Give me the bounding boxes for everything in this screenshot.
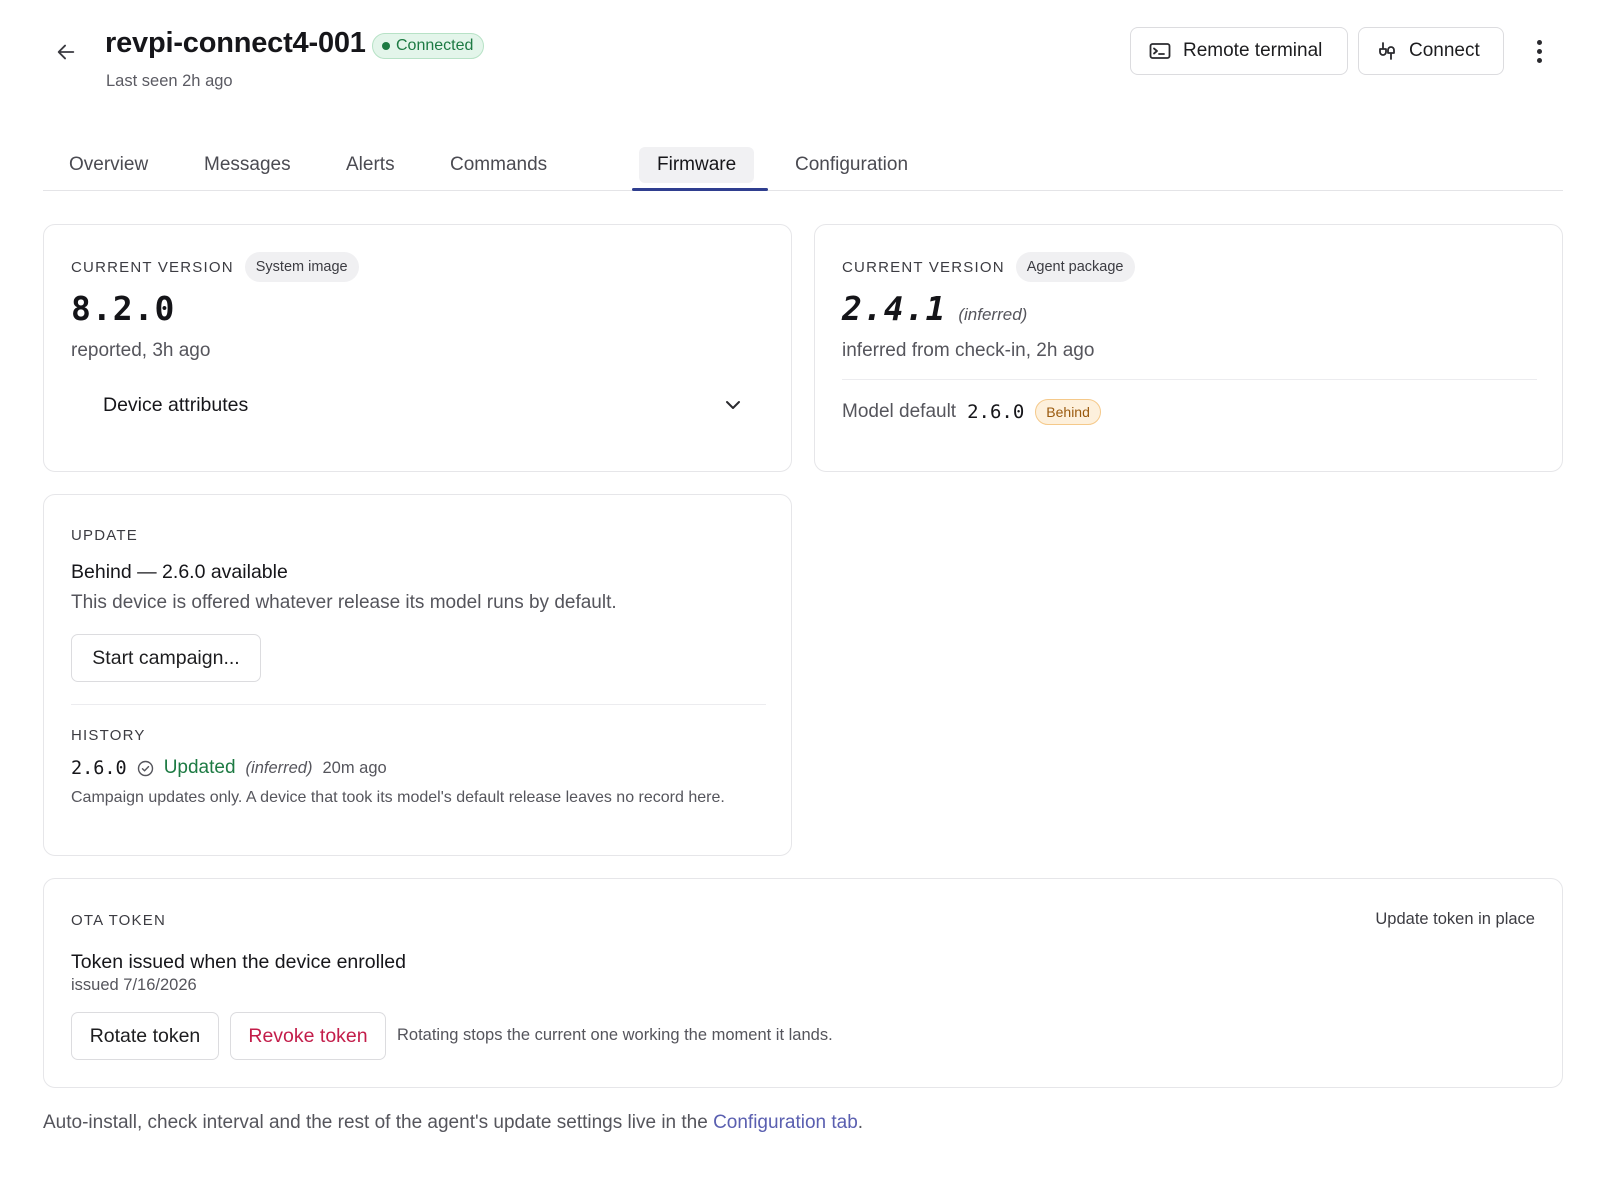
model-default-version: 2.6.0 (967, 401, 1025, 423)
rotate-token-button[interactable]: Rotate token (71, 1012, 219, 1060)
footer-text: Auto-install, check interval and the res… (43, 1112, 714, 1133)
active-tab-indicator (632, 188, 768, 191)
page-title: revpi-connect4-001 (105, 27, 366, 59)
model-default-label: Model default (842, 401, 957, 422)
revoke-token-button[interactable]: Revoke token (230, 1012, 386, 1060)
kebab-dot (1536, 48, 1542, 54)
agent-package-card: CURRENT VERSION Agent package 2.4.1 (inf… (814, 224, 1563, 472)
update-card: UPDATE Behind — 2.6.0 available This dev… (43, 494, 792, 856)
status-badge: Connected (372, 33, 485, 59)
more-options-button[interactable] (1523, 34, 1555, 68)
back-button[interactable] (52, 38, 80, 66)
footer-suffix: . (857, 1112, 864, 1133)
behind-badge: Behind (1035, 399, 1101, 425)
update-description: This device is offered whatever release … (71, 592, 617, 613)
rotate-hint: Rotating stops the current one working t… (397, 1026, 833, 1044)
kebab-dot (1536, 57, 1542, 63)
chevron-down-icon (726, 401, 740, 409)
system-image-card: CURRENT VERSION System image 8.2.0 repor… (43, 224, 792, 472)
ota-token-label: OTA TOKEN (71, 912, 166, 929)
system-image-chip: System image (244, 252, 359, 282)
tab-bar: Overview Messages Alerts Commands Firmwa… (43, 140, 1563, 191)
divider (842, 379, 1537, 380)
reported-time: reported, 3h ago (71, 340, 211, 361)
inferred-tag: (inferred) (958, 305, 1028, 324)
tab-commands[interactable]: Commands (432, 147, 565, 183)
history-version: 2.6.0 (71, 757, 127, 779)
status-label: Connected (396, 37, 474, 54)
history-entry: 2.6.0 Updated (inferred) 20m ago (71, 757, 387, 779)
connect-icon (1379, 42, 1395, 60)
remote-terminal-label: Remote terminal (1183, 40, 1323, 61)
remote-terminal-button[interactable]: Remote terminal (1130, 27, 1348, 75)
history-status: Updated (163, 757, 236, 778)
configuration-tab-link[interactable]: Configuration tab (713, 1112, 858, 1133)
device-attributes-accordion[interactable]: Device attributes (76, 377, 746, 433)
divider (71, 704, 766, 705)
ota-token-card: OTA TOKEN Update token in place Token is… (43, 878, 1563, 1088)
history-inferred-tag: (inferred) (245, 758, 313, 777)
system-image-version: 8.2.0 (71, 289, 176, 328)
history-note: Campaign updates only. A device that too… (71, 789, 725, 806)
tab-overview[interactable]: Overview (51, 147, 166, 183)
status-dot-icon (382, 42, 390, 50)
inferred-from: inferred from check-in, 2h ago (842, 340, 1095, 361)
update-headline: Behind — 2.6.0 available (71, 561, 288, 583)
tab-firmware[interactable]: Firmware (639, 147, 755, 183)
tab-configuration[interactable]: Configuration (777, 147, 926, 183)
update-label: UPDATE (71, 527, 138, 544)
update-token-in-place-link[interactable]: Update token in place (1375, 910, 1535, 929)
history-label: HISTORY (71, 727, 146, 744)
arrow-left-icon (57, 44, 75, 60)
start-campaign-button[interactable]: Start campaign... (71, 634, 261, 682)
check-circle-icon (137, 760, 153, 776)
connect-button[interactable]: Connect (1358, 27, 1504, 75)
device-attributes-label: Device attributes (103, 393, 249, 416)
agent-package-version: 2.4.1 (842, 289, 947, 328)
last-seen: Last seen 2h ago (106, 72, 233, 90)
history-time: 20m ago (322, 758, 387, 777)
terminal-icon (1149, 43, 1171, 59)
tab-alerts[interactable]: Alerts (328, 147, 413, 183)
token-issued-date: issued 7/16/2026 (71, 976, 197, 994)
current-version-label: CURRENT VERSION (71, 258, 234, 276)
footer-note: Auto-install, check interval and the res… (43, 1112, 863, 1134)
token-title: Token issued when the device enrolled (71, 951, 406, 973)
agent-package-chip: Agent package (1015, 252, 1135, 282)
kebab-icon (1536, 39, 1542, 45)
connect-label: Connect (1409, 40, 1480, 61)
current-version-label: CURRENT VERSION (842, 258, 1005, 276)
tab-messages[interactable]: Messages (186, 147, 309, 183)
